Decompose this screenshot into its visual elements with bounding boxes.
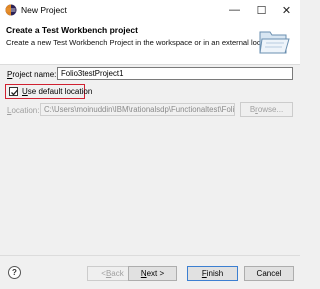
title-bar: New Project — ☐ ✕: [0, 0, 300, 21]
use-default-location-label[interactable]: Use default location: [22, 87, 92, 96]
checkmark-icon: [11, 89, 18, 96]
wizard-description: Create a new Test Workbench Project in t…: [6, 38, 280, 47]
wizard-banner: Create a Test Workbench project Create a…: [0, 20, 300, 65]
maximize-button[interactable]: ☐: [248, 0, 275, 20]
next-button[interactable]: Next >: [128, 266, 177, 281]
close-icon: ✕: [281, 4, 292, 17]
wizard-title: Create a Test Workbench project: [6, 25, 138, 35]
location-input[interactable]: C:\Users\moinuddin\IBM\rationalsdp\Funct…: [40, 103, 235, 116]
minimize-icon: —: [229, 4, 240, 16]
folder-icon: [259, 31, 290, 54]
location-label: Location:: [7, 106, 40, 115]
eclipse-app-icon: [5, 4, 17, 16]
help-icon: ?: [12, 268, 17, 277]
close-button[interactable]: ✕: [273, 0, 300, 20]
project-name-label: Project name:: [7, 70, 57, 79]
maximize-icon: ☐: [256, 4, 267, 17]
use-default-location-highlight: Use default location: [5, 84, 92, 99]
finish-button[interactable]: Finish: [187, 266, 238, 281]
browse-button[interactable]: Br owse...: [240, 102, 293, 117]
footer-separator: [0, 255, 300, 256]
window-title: New Project: [21, 5, 67, 15]
project-name-input[interactable]: Folio3testProject1: [57, 67, 293, 80]
help-button[interactable]: ?: [8, 266, 21, 279]
use-default-location-checkbox[interactable]: [9, 87, 18, 96]
new-project-dialog: New Project — ☐ ✕ Create a Test Workbenc…: [0, 0, 300, 289]
cancel-button[interactable]: Cancel: [244, 266, 294, 281]
minimize-button[interactable]: —: [221, 0, 248, 20]
